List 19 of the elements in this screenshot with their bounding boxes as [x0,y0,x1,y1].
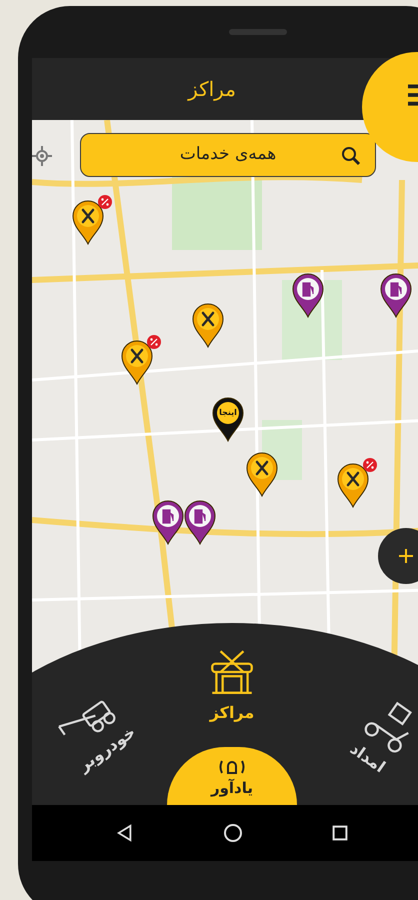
fuel-pin-icon[interactable] [291,272,325,318]
fuel-pin-icon[interactable] [183,499,217,545]
header-title: مراکز [188,76,236,103]
service-filter-search[interactable]: همه‌ی خدمات [80,133,376,177]
here-label: اینجا [218,407,238,419]
menu-item[interactable]: مراکز [206,645,258,725]
location-pin-icon[interactable]: اینجا [211,396,245,442]
search-icon [341,146,361,166]
back-icon[interactable] [116,824,134,842]
fuel-pin-icon[interactable] [379,272,413,318]
home-icon[interactable] [222,823,243,843]
fuel-pin-icon[interactable] [151,499,185,545]
speaker-grille [229,29,287,35]
plus-icon [398,548,414,564]
locate-icon[interactable] [32,146,52,166]
menu-item[interactable]: خودروبر [48,684,141,778]
menu-item[interactable]: امداد [340,690,418,782]
recent-apps-icon[interactable] [332,825,348,841]
add-button[interactable] [378,528,418,584]
